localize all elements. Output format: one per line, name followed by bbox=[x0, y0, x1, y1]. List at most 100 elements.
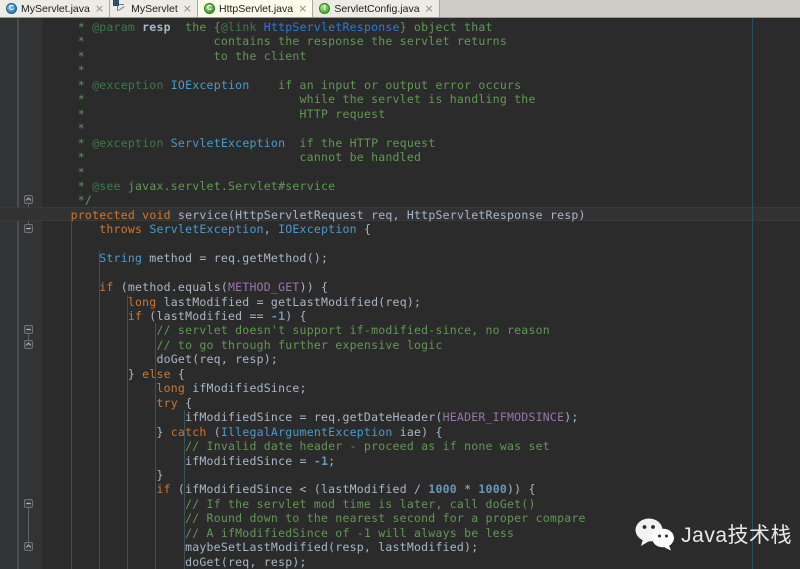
code-token-id: (ifModifiedSince < (lastModified / bbox=[171, 482, 429, 496]
code-token-excp: IOException bbox=[278, 222, 357, 236]
java-interface-icon: I bbox=[319, 3, 330, 14]
close-icon[interactable]: × bbox=[95, 3, 104, 14]
editor-fold-gutter[interactable] bbox=[20, 18, 42, 569]
code-line[interactable]: * bbox=[42, 165, 85, 179]
code-token-id bbox=[171, 208, 178, 222]
code-token-tag: @param bbox=[92, 20, 135, 34]
code-line[interactable]: // If the servlet mod time is later, cal… bbox=[42, 497, 536, 511]
code-token-cmt: // If the servlet mod time is later, cal… bbox=[185, 497, 536, 511]
close-icon[interactable]: × bbox=[425, 3, 434, 14]
code-line[interactable]: } catch (IllegalArgumentException iae) { bbox=[42, 425, 443, 439]
code-token-id bbox=[42, 338, 156, 352]
code-token-id: ifModifiedSince = req.getDateHeader( bbox=[42, 410, 443, 424]
code-token-excp: ServletException bbox=[149, 222, 263, 236]
code-line[interactable]: throws ServletException, IOException { bbox=[42, 222, 371, 236]
editor-tab-myservlet-java[interactable]: CMyServlet.java× bbox=[0, 0, 110, 17]
code-token-id: { bbox=[178, 396, 192, 410]
code-token-id: } bbox=[42, 468, 164, 482]
code-line[interactable]: // servlet doesn't support if-modified-s… bbox=[42, 323, 550, 337]
code-line[interactable]: try { bbox=[42, 396, 192, 410]
code-token-id: (method.equals( bbox=[114, 280, 228, 294]
code-token-doc: * bbox=[42, 20, 92, 34]
code-line[interactable]: // A ifModifiedSince of -1 will always b… bbox=[42, 526, 514, 540]
code-token-kw: if bbox=[99, 280, 113, 294]
code-token-id bbox=[42, 497, 185, 511]
code-line[interactable]: * to the client bbox=[42, 49, 307, 63]
code-line[interactable]: * @see javax.servlet.Servlet#service bbox=[42, 179, 335, 193]
code-line[interactable]: protected void service(HttpServletReques… bbox=[42, 208, 586, 222]
code-line[interactable]: long ifModifiedSince; bbox=[42, 381, 307, 395]
editor-annotation-gutter[interactable] bbox=[0, 18, 20, 569]
code-line[interactable]: * contains the response the servlet retu… bbox=[42, 34, 507, 48]
fold-marker[interactable] bbox=[24, 542, 33, 551]
java-class-icon: C bbox=[204, 3, 215, 14]
close-icon[interactable]: × bbox=[183, 3, 192, 14]
fold-marker[interactable] bbox=[24, 195, 33, 204]
code-token-id: * bbox=[457, 482, 478, 496]
code-line[interactable]: doGet(req, resp); bbox=[42, 352, 278, 366]
code-line[interactable]: * bbox=[42, 63, 85, 77]
code-line[interactable]: * while the servlet is handling the bbox=[42, 92, 536, 106]
code-line[interactable]: * HTTP request bbox=[42, 107, 385, 121]
code-token-id bbox=[42, 439, 185, 453]
code-token-id bbox=[42, 396, 156, 410]
fold-marker[interactable] bbox=[24, 499, 33, 508]
code-token-doc: javax.servlet.Servlet#service bbox=[121, 179, 336, 193]
code-token-id: lastModified = getLastModified(req); bbox=[156, 295, 421, 309]
code-token-num: -1 bbox=[271, 309, 285, 323]
fold-marker[interactable] bbox=[24, 325, 33, 334]
fold-marker[interactable] bbox=[24, 224, 33, 233]
code-token-kw: if bbox=[156, 482, 170, 496]
code-token-cmt: // A ifModifiedSince of -1 will always b… bbox=[185, 526, 514, 540]
code-line[interactable]: * @exception IOException if an input or … bbox=[42, 78, 521, 92]
code-line[interactable]: if (ifModifiedSince < (lastModified / 10… bbox=[42, 482, 536, 496]
code-line[interactable]: // Round down to the nearest second for … bbox=[42, 511, 586, 525]
code-line[interactable]: // Invalid date header - proceed as if n… bbox=[42, 439, 550, 453]
code-token-num: 1000 bbox=[478, 482, 507, 496]
code-token-kw: else bbox=[142, 367, 171, 381]
code-token-cmt: // to go through further expensive logic bbox=[156, 338, 442, 352]
code-token-cmt: // servlet doesn't support if-modified-s… bbox=[156, 323, 549, 337]
code-line[interactable]: * @param resp the {@link HttpServletResp… bbox=[42, 20, 493, 34]
code-line[interactable]: * @exception ServletException if the HTT… bbox=[42, 136, 435, 150]
code-line[interactable]: } else { bbox=[42, 367, 185, 381]
code-line[interactable]: } bbox=[42, 468, 164, 482]
code-token-num: -1 bbox=[314, 454, 328, 468]
code-token-kw: throws bbox=[99, 222, 142, 236]
code-token-doc: * bbox=[42, 136, 92, 150]
fold-marker[interactable] bbox=[24, 340, 33, 349]
code-line[interactable]: if (lastModified == -1) { bbox=[42, 309, 307, 323]
code-line[interactable]: long lastModified = getLastModified(req)… bbox=[42, 295, 421, 309]
code-line[interactable]: * cannot be handled bbox=[42, 150, 421, 164]
code-token-id: (lastModified == bbox=[142, 309, 271, 323]
close-icon[interactable]: × bbox=[298, 3, 307, 14]
editor-tab-httpservlet-java[interactable]: C HttpServlet.java × bbox=[198, 0, 313, 17]
editor-tab-label: HttpServlet.java bbox=[219, 3, 293, 15]
code-line[interactable]: doGet(req, resp); bbox=[42, 555, 307, 569]
code-token-excp: IOException bbox=[171, 78, 250, 92]
code-token-id bbox=[42, 295, 128, 309]
code-editor[interactable]: * @param resp the {@link HttpServletResp… bbox=[0, 18, 800, 569]
code-token-id: ) { bbox=[285, 309, 306, 323]
code-line[interactable]: String method = req.getMethod(); bbox=[42, 251, 328, 265]
code-token-id: , bbox=[264, 222, 278, 236]
code-content[interactable]: * @param resp the {@link HttpServletResp… bbox=[42, 18, 800, 569]
code-line[interactable]: if (method.equals(METHOD_GET)) { bbox=[42, 280, 328, 294]
code-token-kw: protected bbox=[71, 208, 135, 222]
code-line[interactable]: // to go through further expensive logic bbox=[42, 338, 443, 352]
code-token-id bbox=[42, 309, 128, 323]
code-token-doc bbox=[164, 78, 171, 92]
editor-tab-myservlet[interactable]: MyServlet× bbox=[110, 0, 198, 17]
code-line[interactable]: ifModifiedSince = req.getDateHeader(HEAD… bbox=[42, 410, 579, 424]
editor-tab-servletconfig-java[interactable]: IServletConfig.java× bbox=[313, 0, 439, 17]
code-token-doc: } object that bbox=[400, 20, 493, 34]
code-token-cmt: // Round down to the nearest second for … bbox=[185, 511, 586, 525]
code-token-doc: * to the client bbox=[42, 49, 307, 63]
code-token-id: } bbox=[42, 425, 171, 439]
code-line[interactable]: ifModifiedSince = -1; bbox=[42, 454, 335, 468]
gutter-track[interactable] bbox=[17, 18, 19, 569]
code-line[interactable]: */ bbox=[42, 193, 92, 207]
code-line[interactable]: maybeSetLastModified(resp, lastModified)… bbox=[42, 540, 478, 554]
code-token-id bbox=[42, 323, 156, 337]
code-line[interactable]: * bbox=[42, 121, 85, 135]
